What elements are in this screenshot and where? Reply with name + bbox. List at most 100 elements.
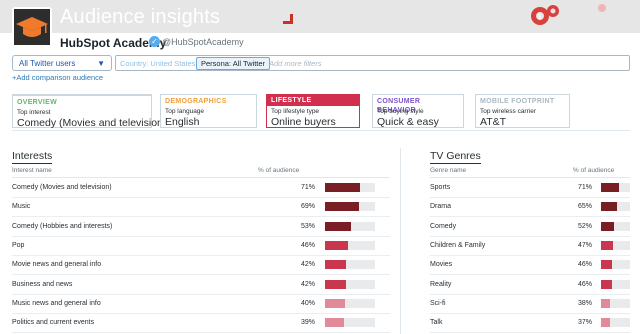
bar-track <box>325 279 375 289</box>
bar-track <box>601 240 630 250</box>
add-comparison-link[interactable]: +Add comparison audience <box>12 73 103 82</box>
decorative-dot-icon <box>598 4 606 12</box>
bar-track <box>325 240 375 250</box>
tab-title: CONSUMER BEHAVIOR <box>377 98 421 114</box>
bar-fill <box>601 260 612 270</box>
row-percentage: 40% <box>300 299 315 307</box>
table-row[interactable]: Sci-fi 38% <box>430 295 630 314</box>
divider <box>12 177 390 178</box>
table-row[interactable]: Pop 46% <box>12 237 390 256</box>
bar-fill <box>325 240 348 250</box>
row-percentage: 38% <box>577 299 592 307</box>
row-percentage: 46% <box>577 280 592 288</box>
table-row[interactable]: Music news and general info 40% <box>12 295 390 314</box>
table-row[interactable]: Comedy 52% <box>430 218 630 237</box>
table-row[interactable]: Reality 46% <box>430 276 630 295</box>
row-percentage: 42% <box>300 280 315 288</box>
bar-track <box>601 221 630 231</box>
row-label: Talk <box>430 319 443 327</box>
interests-title: Interests <box>12 150 53 164</box>
table-row[interactable]: Politics and current events 39% <box>12 314 390 334</box>
tab-lifestyle[interactable]: LIFESTYLE Top lifestyle type Online buye… <box>266 94 360 128</box>
chevron-down-icon: ▼ <box>97 59 105 68</box>
filter-chip-country[interactable]: Country: United States <box>120 58 195 70</box>
bar-fill <box>325 183 360 192</box>
table-row[interactable]: Business and news 42% <box>12 276 390 295</box>
table-row[interactable]: Movie news and general info 42% <box>12 256 390 276</box>
tab-title: MOBILE FOOTPRINT <box>480 98 555 105</box>
row-percentage: 46% <box>300 241 315 249</box>
tv-genres-title: TV Genres <box>430 150 481 164</box>
table-row[interactable]: Children & Family 47% <box>430 237 630 256</box>
bar-track <box>601 183 630 192</box>
tab-value: Quick & easy <box>377 116 439 128</box>
bar-track <box>601 202 630 212</box>
filter-input[interactable]: Country: United States Persona: All Twit… <box>115 55 630 71</box>
row-label: Sci-fi <box>430 299 446 307</box>
bar-track <box>325 298 375 308</box>
table-row[interactable]: Drama 65% <box>430 198 630 218</box>
row-label: Comedy (Movies and television) <box>12 184 112 191</box>
bar-fill <box>325 298 345 308</box>
row-percentage: 53% <box>300 222 315 230</box>
row-percentage: 39% <box>300 319 315 327</box>
row-percentage: 65% <box>577 203 592 211</box>
bar-track <box>601 298 630 308</box>
row-label: Politics and current events <box>12 319 95 327</box>
row-label: Movies <box>430 261 453 269</box>
tab-subtitle: Top language <box>165 108 205 115</box>
add-filters-placeholder[interactable]: Add more filters <box>269 58 322 70</box>
interests-title-text: Interests <box>12 150 53 164</box>
bar-track <box>325 202 375 212</box>
row-label: Pop <box>12 241 25 249</box>
row-percentage: 46% <box>577 261 592 269</box>
bar-fill <box>325 318 344 328</box>
bar-track <box>325 260 375 270</box>
bar-track <box>601 260 630 270</box>
verified-badge-icon: ✓ <box>149 36 160 47</box>
table-row[interactable]: Music 69% <box>12 198 390 218</box>
table-row[interactable]: Comedy (Hobbies and interests) 53% <box>12 218 390 237</box>
tab-title: DEMOGRAPHICS <box>165 98 227 105</box>
tab-subtitle: Top interest <box>17 109 51 116</box>
tab-demographics[interactable]: DEMOGRAPHICS Top language English <box>160 94 257 128</box>
row-percentage: 71% <box>577 184 592 191</box>
tab-mobile-footprint[interactable]: MOBILE FOOTPRINT Top wireless carrier AT… <box>475 94 570 128</box>
bar-fill <box>601 279 612 289</box>
bar-fill <box>325 202 359 212</box>
header-banner: Audience insights $ <box>0 0 640 33</box>
row-label: Music news and general info <box>12 299 101 307</box>
page-title: Audience insights <box>60 6 221 28</box>
tab-overview[interactable]: OVERVIEW Top interest Comedy (Movies and… <box>12 94 166 129</box>
table-row[interactable]: Talk 37% <box>430 314 630 334</box>
bar-fill <box>325 260 346 270</box>
divider <box>430 177 630 178</box>
tab-consumer-behavior[interactable]: CONSUMER BEHAVIOR Top buying style Quick… <box>372 94 464 128</box>
tv-genres-title-text: TV Genres <box>430 150 481 164</box>
row-label: Reality <box>430 280 452 288</box>
tab-title: LIFESTYLE <box>267 95 359 106</box>
bar-track <box>601 279 630 289</box>
table-row[interactable]: Movies 46% <box>430 256 630 276</box>
tab-value: AT&T <box>480 116 507 128</box>
row-percentage: 52% <box>577 222 592 230</box>
row-label: Children & Family <box>430 241 486 249</box>
divider <box>400 148 401 334</box>
row-label: Movie news and general info <box>12 261 102 269</box>
audience-select[interactable]: All Twitter users ▼ <box>12 55 112 71</box>
divider <box>12 130 630 131</box>
bar-track <box>325 183 375 192</box>
bar-fill <box>601 183 619 192</box>
filter-chip-persona[interactable]: Persona: All Twitter <box>196 57 271 70</box>
bar-fill <box>601 318 610 328</box>
tv-genres-col-name: Genre name <box>430 167 467 174</box>
account-handle[interactable]: @HubSpotAcademy <box>162 37 244 47</box>
decorative-gears-icon: $ <box>531 5 559 25</box>
table-row[interactable]: Comedy (Movies and television) 71% <box>12 179 390 198</box>
table-row[interactable]: Sports 71% <box>430 179 630 198</box>
tab-title: OVERVIEW <box>17 99 58 106</box>
interests-col-pct: % of audience <box>258 167 300 174</box>
avatar[interactable] <box>12 7 52 47</box>
audience-select-label: All Twitter users <box>19 59 76 68</box>
bar-fill <box>325 279 346 289</box>
